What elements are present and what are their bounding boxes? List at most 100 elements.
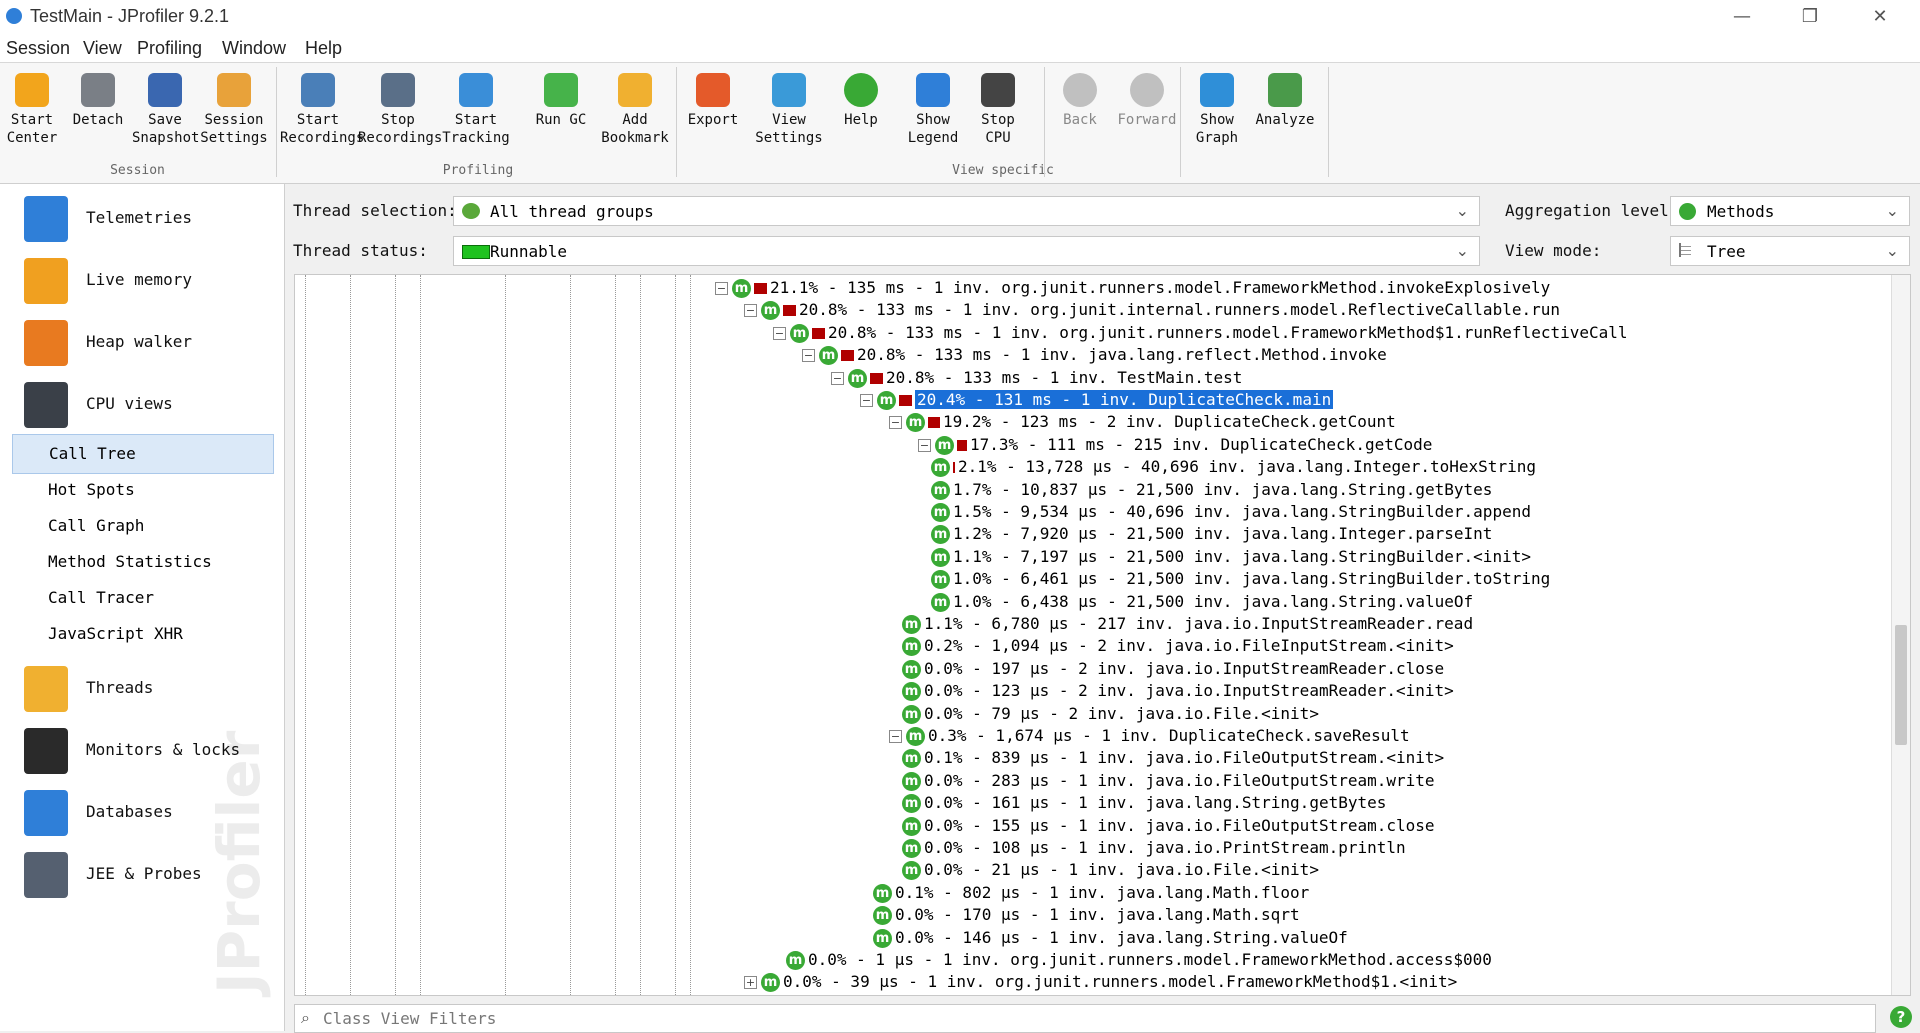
collapse-icon[interactable]: − — [831, 371, 844, 385]
tree-node[interactable]: m 0.0% - 79 μs - 2 inv. java.io.File.<ini… — [902, 703, 1319, 725]
bookmark-button[interactable]: Add Bookmark — [600, 67, 670, 159]
expand-icon[interactable]: + — [744, 976, 757, 990]
tree-node[interactable]: − m 20.8% - 133 ms - 1 inv. TestMain.test — [831, 367, 1242, 389]
thread-status-dropdown[interactable]: Runnable ⌄ — [453, 236, 1480, 266]
collapse-icon[interactable]: − — [889, 730, 902, 743]
tree-node[interactable]: m 0.1% - 802 μs - 1 inv. java.lang.Math.f… — [873, 882, 1309, 904]
tree-node[interactable]: m 2.1% - 13,728 μs - 40,696 inv. java.lan… — [931, 456, 1536, 478]
help-icon[interactable]: ? — [1890, 1006, 1912, 1028]
collapse-icon[interactable]: − — [889, 416, 902, 430]
view-mode-dropdown[interactable]: Tree ⌄ — [1670, 236, 1910, 266]
tree-node[interactable]: m 1.7% - 10,837 μs - 21,500 inv. java.lan… — [931, 479, 1492, 501]
sidebar-section-monitors-locks[interactable]: Monitors & locks — [0, 716, 284, 786]
tree-node[interactable]: m 0.0% - 283 μs - 1 inv. java.io.FileOutp… — [902, 770, 1435, 792]
thread-selection-dropdown[interactable]: All thread groups ⌄ — [453, 196, 1480, 226]
detach-button[interactable]: Detach — [68, 67, 128, 159]
method-icon: m — [902, 659, 921, 679]
tree-node[interactable]: m 0.0% - 1 μs - 1 inv. org.junit.runners.… — [786, 949, 1492, 971]
start-center-button[interactable]: Start Center — [2, 67, 62, 159]
tree-node[interactable]: m 1.1% - 7,197 μs - 21,500 inv. java.lang… — [931, 546, 1531, 568]
tree-node[interactable]: − m 17.3% - 111 ms - 215 inv. DuplicateChe… — [918, 434, 1432, 456]
menu-view[interactable]: View — [83, 38, 122, 59]
sidebar-section-telemetries[interactable]: Telemetries — [0, 184, 284, 254]
tree-node[interactable]: − m 20.8% - 133 ms - 1 inv. java.lang.refl… — [802, 344, 1387, 366]
cpu-view-javascript-xhr[interactable]: JavaScript XHR — [12, 615, 272, 653]
restore-button[interactable]: ❐ — [1776, 0, 1844, 34]
stop-cpu-button[interactable]: Stop CPU — [968, 67, 1028, 159]
sidebar-section-threads[interactable]: Threads — [0, 654, 284, 724]
legend-button[interactable]: Show Legend — [898, 67, 968, 159]
stop-recordings-button[interactable]: Stop Recordings — [358, 67, 442, 159]
tree-node[interactable]: − m 20.8% - 133 ms - 1 inv. org.junit.inte… — [744, 299, 1560, 321]
sidebar-section-databases[interactable]: Databases — [0, 778, 284, 848]
menu-session[interactable]: Session — [6, 38, 70, 59]
tree-node[interactable]: m 0.0% - 161 μs - 1 inv. java.lang.String… — [902, 792, 1386, 814]
method-icon: m — [786, 951, 805, 970]
class-view-filter-field[interactable]: ⌕ Class View Filters — [294, 1004, 1876, 1033]
search-icon: ⌕ — [301, 1008, 310, 1027]
sidebar-section-cpu-views[interactable]: CPU views — [0, 370, 284, 440]
tree-node-label: 0.0% - 108 μs - 1 inv. java.io.PrintStre… — [924, 838, 1406, 857]
tree-node[interactable]: m 0.2% - 1,094 μs - 2 inv. java.io.FileIn… — [902, 635, 1454, 657]
cpu-view-hot-spots[interactable]: Hot Spots — [12, 471, 272, 509]
cpu-view-label: Call Tree — [49, 444, 136, 463]
aggregation-level-dropdown[interactable]: Methods ⌄ — [1670, 196, 1910, 226]
close-button[interactable]: ✕ — [1846, 0, 1914, 34]
tree-node[interactable]: m 0.1% - 839 μs - 1 inv. java.io.FileOutp… — [902, 747, 1444, 769]
collapse-icon[interactable]: − — [918, 438, 931, 452]
cpu-view-call-tracer[interactable]: Call Tracer — [12, 579, 272, 617]
collapse-icon[interactable]: − — [860, 394, 873, 407]
cpu-view-call-tree[interactable]: Call Tree — [12, 434, 274, 474]
menu-profiling[interactable]: Profiling — [137, 38, 202, 59]
tree-node[interactable]: − m 21.1% - 135 ms - 1 inv. org.junit.runn… — [715, 277, 1550, 299]
tree-node[interactable]: m 0.0% - 108 μs - 1 inv. java.io.PrintStr… — [902, 837, 1406, 859]
sidebar-section-heap-walker[interactable]: Heap walker — [0, 308, 284, 378]
tree-node[interactable]: m 0.0% - 21 μs - 1 inv. java.io.File.<ini… — [902, 859, 1319, 881]
scrollbar-thumb[interactable] — [1895, 625, 1907, 745]
tree-node[interactable]: − m 19.2% - 123 ms - 2 inv. DuplicateCheck… — [889, 411, 1396, 433]
call-tree[interactable]: − m 21.1% - 135 ms - 1 inv. org.junit.runn… — [294, 274, 1911, 996]
save-button[interactable]: Save Snapshot — [132, 67, 199, 159]
vertical-scrollbar[interactable] — [1891, 275, 1910, 995]
tree-node[interactable]: m 1.0% - 6,438 μs - 21,500 inv. java.lang… — [931, 591, 1473, 613]
sidebar-section-live-memory[interactable]: Live memory — [0, 246, 284, 316]
tree-node[interactable]: − m 20.4% - 131 ms - 1 inv. DuplicateCheck… — [860, 389, 1334, 411]
tree-node[interactable]: m 0.0% - 170 μs - 1 inv. java.lang.Math.s… — [873, 904, 1300, 926]
tree-node[interactable]: − m 20.8% - 133 ms - 1 inv. org.junit.runn… — [773, 322, 1628, 344]
thread-status-value: Runnable — [490, 242, 568, 261]
run-gc-button[interactable]: Run GC — [530, 67, 592, 159]
back-button[interactable]: Back — [1050, 67, 1110, 159]
cpu-view-method-statistics[interactable]: Method Statistics — [12, 543, 272, 581]
collapse-icon[interactable]: − — [802, 349, 815, 363]
collapse-icon[interactable]: − — [773, 326, 786, 340]
tree-node[interactable]: m 0.0% - 155 μs - 1 inv. java.io.FileOutp… — [902, 815, 1435, 837]
heap-walker-icon — [24, 320, 68, 366]
forward-button[interactable]: Forward — [1112, 67, 1182, 159]
help-button[interactable]: Help — [830, 67, 892, 159]
settings-button[interactable]: Session Settings — [198, 67, 270, 159]
tracking-button[interactable]: Start Tracking — [440, 67, 512, 159]
export-button[interactable]: Export — [678, 67, 748, 159]
collapse-icon[interactable]: − — [715, 282, 728, 295]
tree-node[interactable]: m 1.1% - 6,780 μs - 217 inv. java.io.Inpu… — [902, 613, 1473, 635]
tree-node[interactable]: − m 0.3% - 1,674 μs - 1 inv. DuplicateChec… — [889, 725, 1410, 747]
tree-node[interactable]: m 0.0% - 146 μs - 1 inv. java.lang.String… — [873, 927, 1348, 949]
sidebar-section-jee-probes[interactable]: JEE & Probes — [0, 840, 284, 910]
tree-node[interactable]: m 1.2% - 7,920 μs - 21,500 inv. java.lang… — [931, 523, 1492, 545]
menu-window[interactable]: Window — [222, 38, 286, 59]
tree-node[interactable]: m 1.5% - 9,534 μs - 40,696 inv. java.lang… — [931, 501, 1531, 523]
menu-help[interactable]: Help — [305, 38, 342, 59]
tree-node[interactable]: m 0.0% - 197 μs - 2 inv. java.io.InputStr… — [902, 658, 1444, 680]
tree-node-label: 0.0% - 39 μs - 1 inv. org.junit.runners.… — [783, 972, 1458, 992]
collapse-icon[interactable]: − — [744, 304, 757, 318]
graph-button[interactable]: Show Graph — [1184, 67, 1250, 159]
minimize-button[interactable]: — — [1708, 0, 1776, 34]
analyze-button[interactable]: Analyze — [1250, 67, 1320, 159]
cpu-view-call-graph[interactable]: Call Graph — [12, 507, 272, 545]
start-recordings-button[interactable]: Start Recordings — [280, 67, 364, 159]
tree-node[interactable]: m 0.0% - 123 μs - 2 inv. java.io.InputStr… — [902, 680, 1454, 702]
tree-node[interactable]: + m 0.0% - 39 μs - 1 inv. org.junit.runner… — [744, 971, 1457, 993]
tree-node[interactable]: m 1.0% - 6,461 μs - 21,500 inv. java.lang… — [931, 568, 1550, 590]
view-settings-button[interactable]: View Settings — [752, 67, 826, 159]
help-icon — [844, 73, 878, 107]
